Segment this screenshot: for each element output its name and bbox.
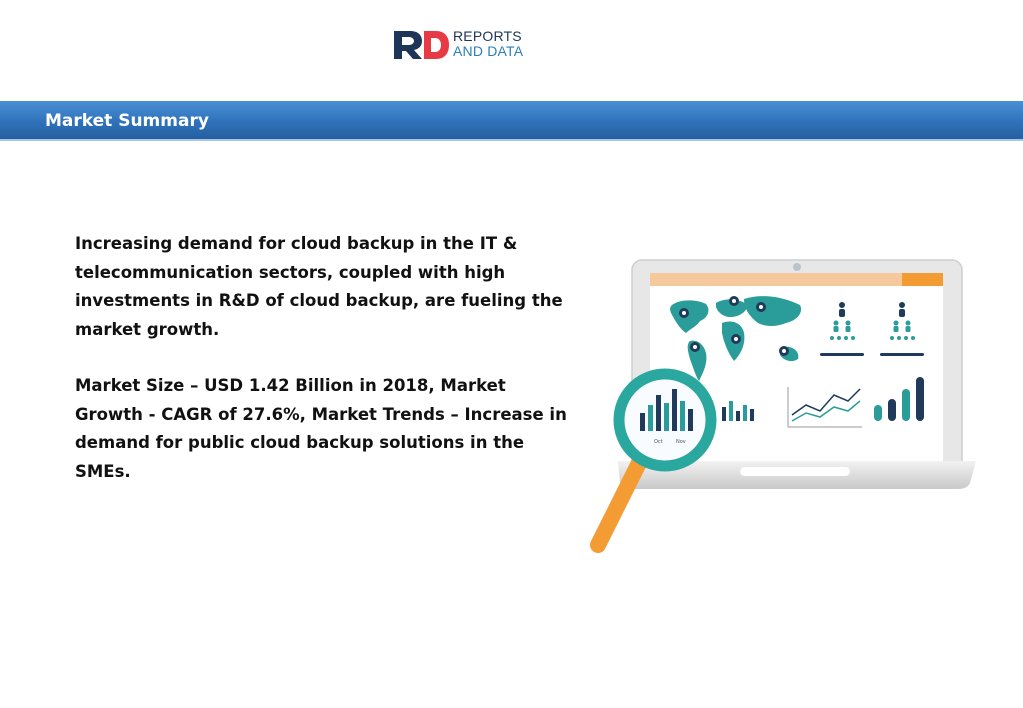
lens-label-nov: Nov (676, 439, 686, 445)
logo-line-and-data: AND DATA (453, 43, 524, 59)
laptop-analytics-illustration: Oct Nov (590, 259, 976, 553)
lens-label-oct: Oct (654, 439, 663, 445)
summary-paragraph-market-size: Market Size – USD 1.42 Billion in 2018, … (75, 376, 567, 481)
logo-text: REPORTS AND DATA (453, 29, 523, 59)
summary-paragraph-growth: Increasing demand for cloud backup in th… (75, 234, 563, 339)
banner-title: Market Summary (45, 111, 209, 131)
logo-line-reports: REPORTS (453, 28, 522, 44)
rd-logo-mark-icon (394, 31, 449, 59)
section-banner: Market Summary (0, 101, 1023, 141)
market-summary-text: Increasing demand for cloud backup in th… (75, 230, 575, 514)
reports-and-data-logo: REPORTS AND DATA (392, 28, 552, 64)
magnifying-glass-icon: Oct Nov (590, 368, 717, 553)
